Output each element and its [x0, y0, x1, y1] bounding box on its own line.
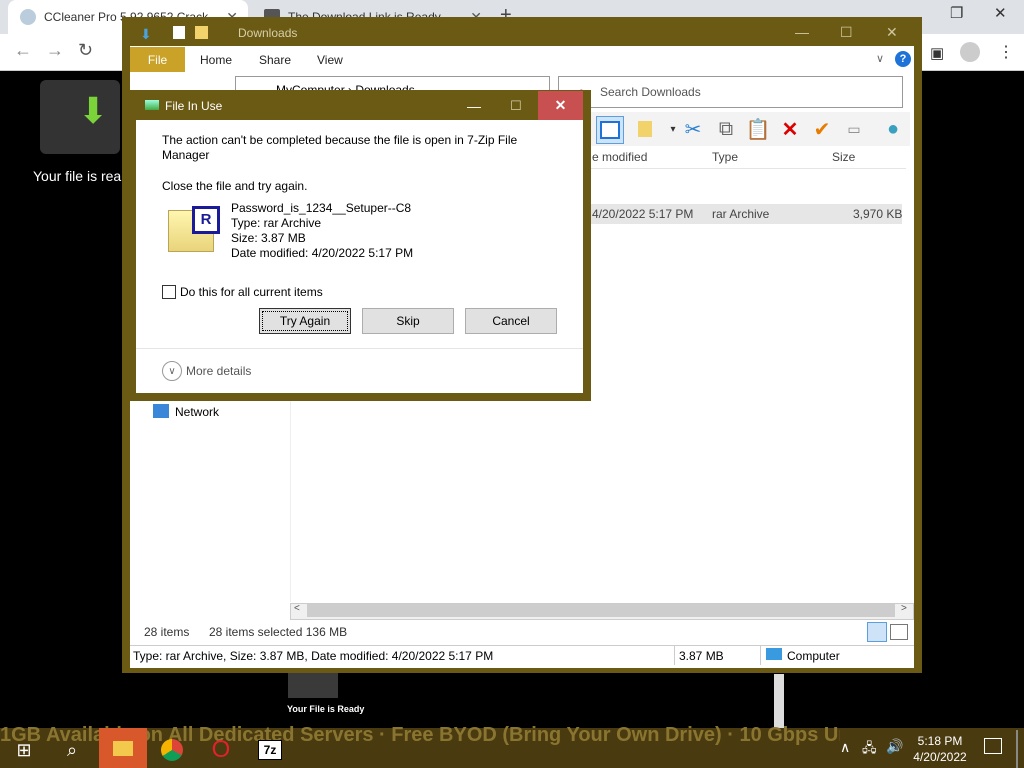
new-folder-icon[interactable]	[195, 26, 208, 39]
tab-view[interactable]: View	[317, 53, 343, 67]
network-tray-icon[interactable]: 🖧	[862, 739, 877, 761]
7zip-icon[interactable]: 7z	[248, 732, 292, 768]
scroll-left-icon[interactable]: <	[294, 603, 300, 614]
computer-icon	[766, 648, 782, 660]
status-details: Type: rar Archive, Size: 3.87 MB, Date m…	[133, 649, 494, 663]
search-icon[interactable]: ⌕	[50, 732, 94, 768]
properties-globe-icon[interactable]: ●	[880, 116, 906, 142]
maximize-icon[interactable]: ☐	[840, 24, 853, 41]
scrollbar-thumb[interactable]	[307, 604, 895, 617]
apply-all-checkbox[interactable]	[162, 285, 176, 299]
dialog-app-icon	[145, 100, 159, 110]
more-details-link[interactable]: More details	[186, 364, 251, 378]
status-divider	[674, 645, 675, 665]
dialog-close-icon[interactable]: ✕	[538, 91, 583, 120]
cell-modified: 4/20/2022 5:17 PM	[592, 207, 694, 221]
skip-button[interactable]: Skip	[362, 308, 454, 334]
scroll-bar	[774, 674, 784, 728]
status-size: 3.87 MB	[679, 649, 724, 663]
file-explorer-icon[interactable]	[99, 728, 147, 768]
copy-icon[interactable]: ⧉	[713, 116, 739, 142]
dialog-instruction: Close the file and try again.	[162, 179, 308, 193]
dialog-minimize-icon[interactable]: —	[458, 92, 490, 120]
dialog-message: The action can't be completed because th…	[162, 133, 518, 162]
tray-chevron-icon[interactable]: ∧	[840, 739, 850, 756]
try-again-button[interactable]: Try Again	[259, 308, 351, 334]
details-view-icon[interactable]	[867, 622, 887, 642]
reload-icon[interactable]: ↻	[78, 40, 93, 61]
rar-file-icon: R	[168, 206, 222, 256]
preview-pane-icon[interactable]	[596, 116, 624, 144]
close-icon[interactable]: ✕	[886, 24, 898, 41]
sidebar-item-network[interactable]: Network	[175, 405, 219, 419]
network-icon	[153, 404, 169, 418]
back-icon[interactable]: ←	[14, 40, 32, 61]
menu-icon[interactable]: ⋮	[998, 42, 1014, 62]
cell-type: rar Archive	[712, 207, 770, 221]
opera-icon[interactable]: O	[199, 732, 243, 768]
chrome-icon[interactable]	[150, 732, 194, 768]
ccleaner-favicon-icon	[20, 9, 36, 25]
profile-avatar[interactable]	[960, 42, 980, 62]
volume-icon[interactable]: 🔊	[886, 738, 903, 755]
ribbon-expand-icon[interactable]: ∨	[876, 52, 884, 65]
cut-icon[interactable]: ✂	[680, 116, 706, 142]
status-item-count: 28 items	[144, 625, 190, 639]
chevron-down-icon[interactable]: ∨	[162, 361, 182, 381]
dialog-title: File In Use	[165, 99, 223, 113]
show-desktop-button[interactable]	[1016, 730, 1018, 768]
quick-access-download-icon[interactable]: ⬇	[140, 26, 152, 43]
explorer-title: Downloads	[238, 26, 298, 40]
nav-pane-divider	[290, 380, 291, 602]
file-type: Type: rar Archive	[231, 216, 322, 230]
checkmark-icon[interactable]: ✔	[809, 116, 835, 142]
search-placeholder: Search Downloads	[600, 85, 701, 99]
minimize-icon[interactable]: —	[795, 24, 809, 40]
download-text: Your file is rea	[33, 168, 122, 184]
cancel-button[interactable]: Cancel	[465, 308, 557, 334]
status-location: Computer	[787, 649, 840, 663]
start-button[interactable]: ⊞	[2, 732, 46, 768]
small-download-text: Your File is Ready	[287, 704, 365, 714]
sidepanel-icon[interactable]: ▣	[930, 44, 944, 62]
file-info: Password_is_1234__Setuper--C8 Type: rar …	[231, 201, 413, 261]
tab-file[interactable]: File	[130, 47, 185, 72]
new-item-icon[interactable]	[632, 116, 658, 142]
file-size: Size: 3.87 MB	[231, 231, 306, 245]
restore-icon[interactable]: ❐	[950, 4, 963, 22]
status-divider	[760, 645, 761, 665]
system-clock[interactable]: 5:18 PM 4/20/2022	[905, 733, 975, 765]
rename-icon[interactable]: ▭	[841, 116, 867, 142]
file-name: Password_is_1234__Setuper--C8	[231, 201, 412, 215]
column-date-modified[interactable]: e modified	[592, 150, 647, 164]
ribbon	[130, 46, 914, 73]
paste-icon[interactable]: 📋	[745, 116, 771, 142]
dialog-maximize-icon[interactable]: ☐	[500, 92, 532, 120]
delete-icon[interactable]: ✕	[777, 116, 803, 142]
large-icons-view-icon[interactable]	[890, 624, 908, 640]
clock-time: 5:18 PM	[917, 734, 963, 748]
column-size[interactable]: Size	[832, 150, 855, 164]
column-type[interactable]: Type	[712, 150, 738, 164]
properties-icon[interactable]	[173, 26, 185, 39]
cell-size: 3,970 KB	[853, 207, 903, 221]
close-window-icon[interactable]: ✕	[994, 4, 1007, 22]
notifications-icon[interactable]	[984, 738, 1002, 754]
tab-home[interactable]: Home	[200, 53, 232, 67]
download-arrow-icon: ⬇	[78, 90, 109, 131]
tab-share[interactable]: Share	[259, 53, 291, 67]
apply-all-label: Do this for all current items	[180, 285, 323, 299]
file-modified: Date modified: 4/20/2022 5:17 PM	[231, 246, 414, 260]
clock-date: 4/20/2022	[913, 750, 967, 764]
scroll-right-icon[interactable]: >	[901, 603, 907, 614]
forward-icon[interactable]: →	[46, 40, 64, 61]
help-icon[interactable]: ?	[895, 51, 911, 67]
status-selected: 28 items selected 136 MB	[209, 625, 348, 639]
dialog-divider	[136, 348, 583, 349]
